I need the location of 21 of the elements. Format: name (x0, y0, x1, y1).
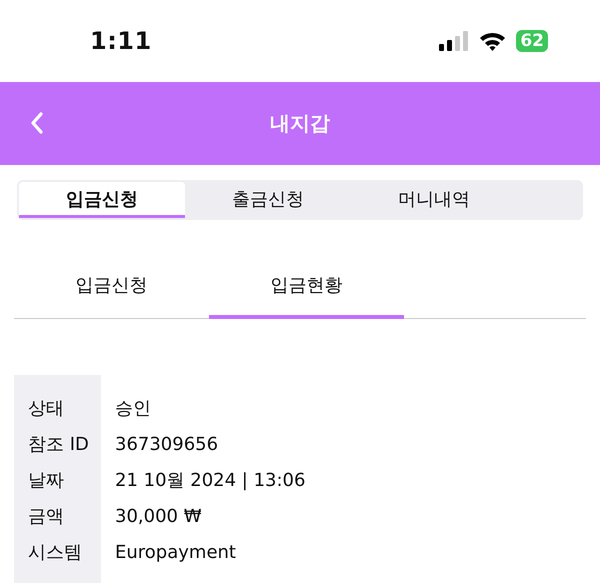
clock-time: 1:11 (90, 27, 152, 55)
segment-tab[interactable]: 출금신청 (185, 182, 351, 218)
detail-value: 승인 (115, 397, 152, 421)
detail-label: 상태 (28, 397, 65, 421)
detail-value: 367309656 (115, 433, 220, 457)
detail-label: 시스템 (28, 541, 83, 565)
battery-level: 62 (516, 30, 548, 52)
detail-value: 30,000 ₩ (115, 505, 203, 529)
signal-icon (439, 31, 470, 51)
sub-tab[interactable]: 입금신청 (14, 255, 209, 319)
detail-label: 참조 ID (28, 433, 90, 457)
detail-label: 날짜 (28, 469, 65, 493)
detail-value: 21 10월 2024 | 13:06 (115, 469, 306, 493)
segment-tab[interactable]: 입금신청 (19, 182, 185, 218)
page-title: 내지갑 (270, 110, 330, 137)
segment-tab[interactable]: 머니내역 (351, 182, 517, 218)
back-icon[interactable] (30, 112, 44, 134)
detail-value: Europayment (115, 541, 237, 565)
wifi-icon (479, 31, 506, 51)
sub-tab[interactable]: 입금현황 (209, 255, 404, 319)
detail-label: 금액 (28, 505, 65, 529)
